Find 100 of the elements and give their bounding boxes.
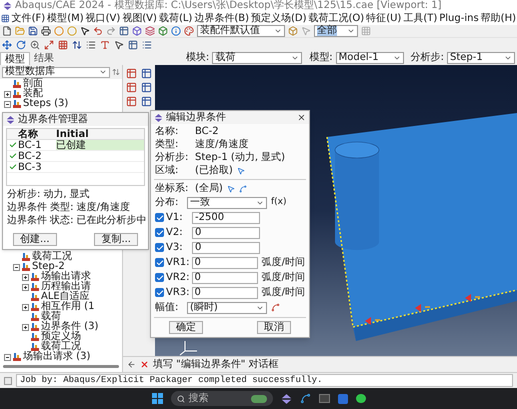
checkbox[interactable]: [155, 273, 164, 282]
list-icon[interactable]: [142, 40, 152, 50]
save-icon[interactable]: [28, 26, 38, 36]
table-icon[interactable]: [140, 82, 152, 93]
table-icon[interactable]: [128, 40, 138, 50]
collapse-icon[interactable]: [4, 354, 11, 360]
info-icon[interactable]: [171, 26, 181, 36]
expand-icon[interactable]: [22, 304, 29, 310]
move-icon[interactable]: [2, 40, 12, 50]
dialog-button[interactable]: 创建...: [13, 233, 57, 246]
expand-icon[interactable]: [22, 274, 29, 280]
menu-item[interactable]: 特征(U): [366, 14, 402, 24]
pointer-icon[interactable]: [114, 40, 124, 50]
tree-item[interactable]: 装配: [23, 89, 43, 99]
tree-item[interactable]: Step-2: [32, 262, 65, 272]
tree-source-select[interactable]: 模型数据库: [2, 66, 110, 78]
layers-icon[interactable]: [145, 26, 155, 36]
tree-item[interactable]: 场输出请求: [41, 272, 91, 282]
close-icon[interactable]: [297, 113, 306, 122]
menu-item[interactable]: 边界条件(B): [194, 14, 249, 24]
menu-item[interactable]: 载荷工况(O): [308, 14, 364, 24]
menu-item[interactable]: 预定义场(D): [250, 14, 306, 24]
input-field[interactable]: 0: [192, 226, 260, 238]
app-logo-icon[interactable]: [280, 394, 292, 404]
table-cell[interactable]: BC-3: [18, 162, 56, 172]
checkbox[interactable]: [155, 213, 164, 222]
menu-item[interactable]: 帮助(H): [480, 14, 516, 24]
pick-cursor-icon[interactable]: [226, 184, 235, 192]
pointer-icon[interactable]: [80, 26, 90, 36]
dialog-button[interactable]: 取消: [257, 321, 291, 334]
expand-icon[interactable]: [22, 284, 29, 290]
checkbox[interactable]: [155, 228, 164, 237]
dialog-button[interactable]: 确定: [169, 321, 203, 334]
zoom-icon[interactable]: [30, 40, 40, 50]
cube-icon[interactable]: [132, 26, 142, 36]
tree-item[interactable]: 载荷工况: [32, 252, 72, 262]
function-button[interactable]: f(x): [271, 198, 287, 207]
tree-item[interactable]: 载荷: [41, 312, 61, 322]
expand-icon[interactable]: [4, 90, 11, 98]
render-style-select[interactable]: 装配件默认值: [197, 25, 285, 37]
tree-item[interactable]: 历程输出请: [41, 282, 91, 292]
module-select[interactable]: 载荷: [212, 52, 302, 64]
cancel-icon[interactable]: [140, 360, 149, 369]
arrows-icon[interactable]: [72, 40, 82, 50]
search-field[interactable]: 搜索: [170, 391, 272, 406]
curve-icon[interactable]: [300, 393, 310, 404]
printer-icon[interactable]: [41, 26, 51, 36]
cube-icon[interactable]: [288, 26, 298, 36]
tab[interactable]: 模型: [0, 52, 30, 65]
menu-item[interactable]: Plug-ins: [439, 14, 479, 24]
menu-item[interactable]: 视口(V): [86, 14, 120, 24]
input-field[interactable]: 0: [192, 242, 260, 254]
fit-view-icon[interactable]: [44, 40, 54, 50]
arrows-icon[interactable]: [112, 68, 120, 76]
message-area-toggle[interactable]: [4, 376, 12, 384]
palette-icon[interactable]: [184, 26, 194, 36]
input-field[interactable]: 0: [192, 256, 258, 268]
expand-icon[interactable]: [22, 324, 29, 330]
tree-item[interactable]: 相互作用 (1: [41, 302, 94, 312]
menu-item[interactable]: 视图(V): [122, 14, 157, 24]
collapse-icon[interactable]: [4, 100, 11, 108]
checkbox[interactable]: [155, 288, 164, 297]
list-icon[interactable]: [86, 40, 96, 50]
tree-item[interactable]: Steps (3): [23, 99, 68, 109]
amplitude-curve-icon[interactable]: [271, 303, 280, 312]
model-select[interactable]: Model-1: [336, 52, 404, 64]
menu-item[interactable]: 文件(F): [12, 14, 46, 24]
table-cell[interactable]: 已创建: [56, 140, 144, 150]
input-field[interactable]: 0: [192, 272, 258, 284]
step-select[interactable]: Step-1: [447, 52, 515, 64]
tab[interactable]: 结果: [30, 52, 58, 65]
tree-item[interactable]: 边界条件 (3): [41, 322, 98, 332]
tree-item[interactable]: ALE自适应: [41, 292, 90, 302]
tree-item[interactable]: 预定义场: [41, 332, 81, 342]
input-field[interactable]: 0: [192, 286, 258, 298]
text-icon[interactable]: [100, 40, 110, 50]
undo-icon[interactable]: [93, 26, 103, 36]
table-icon[interactable]: [140, 96, 152, 107]
selection-filter-select[interactable]: 全部: [314, 25, 358, 37]
checkbox[interactable]: [155, 243, 164, 252]
table-icon[interactable]: [140, 68, 152, 79]
input-field[interactable]: -2500: [192, 212, 260, 224]
dialog-button[interactable]: 复制...: [94, 233, 138, 246]
checkbox[interactable]: [155, 258, 164, 267]
table-icon[interactable]: [119, 26, 129, 36]
distribution-select[interactable]: 一致: [187, 196, 267, 208]
horizontal-scrollbar[interactable]: [3, 365, 119, 368]
pick-cursor-icon[interactable]: [236, 166, 245, 174]
rotate-icon[interactable]: [16, 40, 26, 50]
collapse-icon[interactable]: [13, 264, 20, 270]
tree-item[interactable]: 载荷工况: [41, 342, 81, 352]
menu-item[interactable]: 载荷(L): [158, 14, 192, 24]
table-cell[interactable]: BC-2: [18, 150, 56, 162]
table-cell[interactable]: BC-1: [18, 140, 56, 150]
cube-icon[interactable]: [158, 26, 168, 36]
grid-icon[interactable]: [1, 14, 10, 23]
menu-item[interactable]: 模型(M): [47, 14, 84, 24]
amplitude-select[interactable]: (瞬时): [187, 302, 267, 314]
new-file-icon[interactable]: [2, 26, 12, 36]
back-arrow-icon[interactable]: [127, 360, 136, 369]
